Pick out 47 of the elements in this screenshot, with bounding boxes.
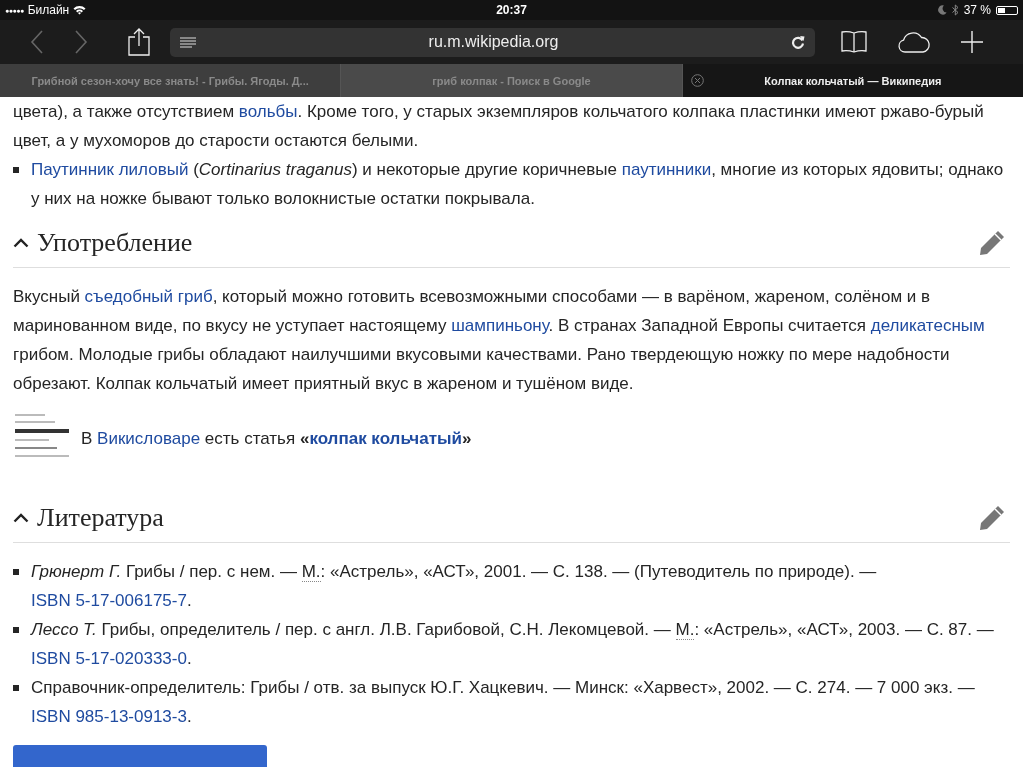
bullet-icon: [13, 167, 19, 173]
paragraph: Паутинник лиловый (Cortinarius traganus) и некоторые другие коричневые паутинники, многие из которых ядовиты; однако у них на ножке бывают только волокнистые остатки покрывала.: [31, 159, 1005, 210]
link[interactable]: ISBN 5-17-006175-7: [31, 591, 187, 610]
link[interactable]: Паутинник лиловый: [31, 160, 189, 179]
book-icon[interactable]: [841, 30, 867, 54]
battery-percent: 37 %: [963, 3, 991, 17]
browser-tab[interactable]: Колпак кольчатый — Википедия: [682, 64, 1023, 97]
share-icon[interactable]: [128, 28, 150, 56]
bullet-icon: [13, 569, 19, 575]
wifi-icon: [73, 5, 87, 15]
edit-pencil-icon[interactable]: [978, 504, 1006, 532]
forward-icon[interactable]: [74, 30, 88, 54]
carrier-name: Билайн: [27, 3, 70, 17]
bullet-icon: [13, 627, 19, 633]
address-url: ru.m.wikipedia.org: [427, 33, 560, 51]
battery-icon: [996, 5, 1018, 15]
link[interactable]: деликатесным: [870, 316, 985, 335]
paragraph: Грюнерт Г. Грибы / пер. с нем. — М.: «Астрель», «АСТ», 2001. — С. 138. — (Путеводитель по природе). — ISBN 5-17-006175-7.: [31, 561, 878, 612]
plus-icon[interactable]: [961, 31, 983, 53]
link[interactable]: колпак кольчатый: [309, 428, 462, 448]
collapse-chevron-icon[interactable]: [13, 238, 29, 248]
link[interactable]: паутинники: [621, 160, 712, 179]
clock-time: 20:37: [496, 3, 527, 17]
moon-icon: [937, 5, 947, 15]
close-icon[interactable]: [690, 74, 704, 87]
link[interactable]: ISBN 5-17-020333-0: [31, 649, 187, 668]
address-field[interactable]: ru.m.wikipedia.org: [170, 27, 815, 57]
link[interactable]: съедобный гриб: [84, 287, 213, 306]
collapse-chevron-icon[interactable]: [13, 513, 29, 523]
link[interactable]: Викисловаре: [97, 428, 201, 448]
edit-pencil-icon[interactable]: [978, 229, 1006, 257]
paragraph: Справочник-определитель: Грибы / отв. за выпуск Ю.Г. Хацкевич. — Минск: «Харвест», 2002. — С. 274. — 7 000 экз. — ISBN 985-13-0913-3.: [31, 677, 976, 728]
link[interactable]: вольбы: [238, 102, 298, 121]
cloud-icon[interactable]: [897, 31, 931, 53]
reader-icon[interactable]: [180, 36, 196, 48]
section-heading: Литература: [37, 502, 165, 534]
paragraph: Лессо Т. Грибы, определитель / пер. с англ. Л.В. Гарибовой, С.Н. Лекомцевой. — М.: «Астрель», «АСТ», 2003. — С. 87. — ISBN 5-17-020333-0.: [31, 619, 995, 670]
reload-icon[interactable]: [791, 35, 805, 49]
paragraph: цвета), а также отсутствием вольбы. Кроме того, у старых экземпляров кольчатого колпака пластинки имеют ржаво-бурый цвет, а у мухоморов до старости остаются белыми.: [13, 101, 985, 152]
bluetooth-icon: [951, 4, 959, 16]
paragraph: В Викисловаре есть статья «колпак кольчатый»: [81, 427, 472, 450]
bullet-icon: [13, 685, 19, 691]
link[interactable]: шампиньону: [451, 316, 549, 335]
paragraph: Вкусный съедобный гриб, который можно готовить всевозможными способами — в варёном, жареном, солёном и в маринованном виде, по вкусу не уступает настоящему шампиньону. В странах Западной Европы считается деликатесным грибом. Молодые грибы обладают наилучшими вкусовыми качествами. Рано твердеющую ножку по мере надобности обрезают. Колпак кольчатый имеет приятный вкус в жареном и тушёном виде.: [13, 286, 986, 395]
link[interactable]: ISBN 985-13-0913-3: [31, 707, 187, 726]
back-icon[interactable]: [30, 30, 44, 54]
section-heading: Употребление: [37, 227, 194, 259]
